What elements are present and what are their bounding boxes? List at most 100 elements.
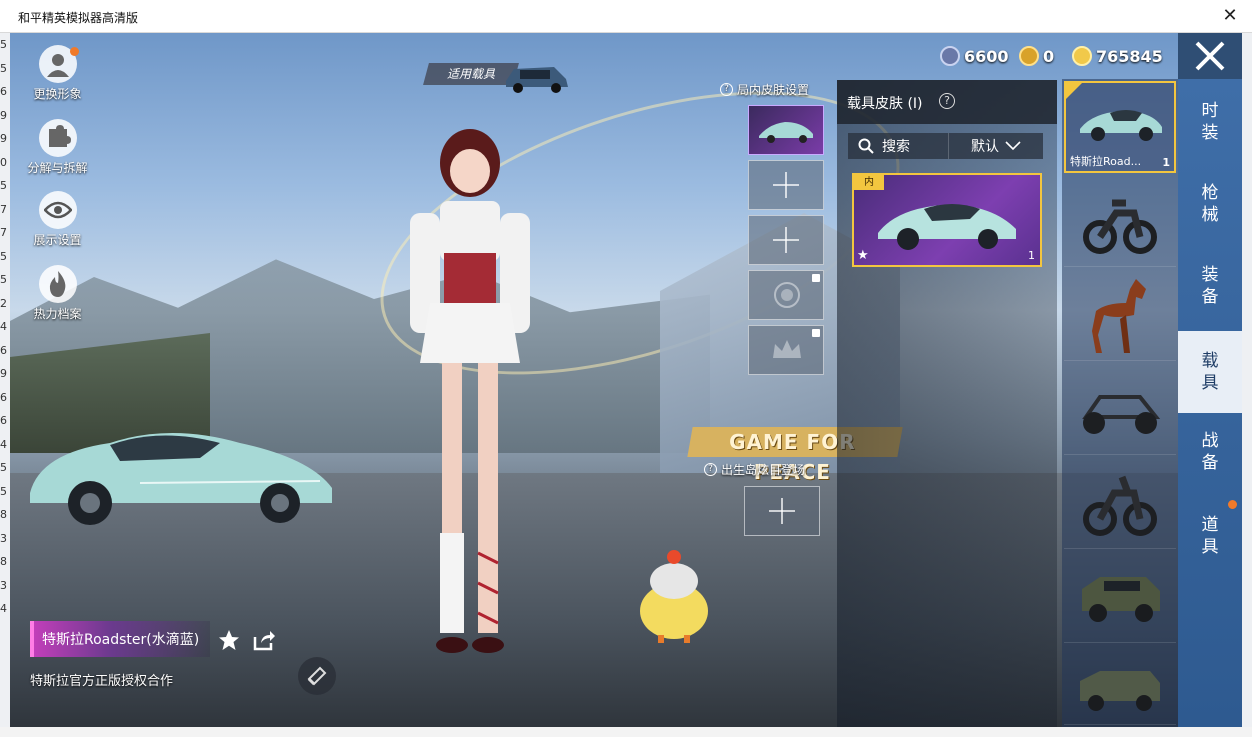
notification-dot [1228, 500, 1237, 509]
vehicle-item-horse[interactable] [1064, 269, 1176, 361]
tesla-icon [1080, 110, 1162, 141]
change-appearance-button[interactable]: 更换形象 [10, 45, 105, 102]
skin-card-tesla[interactable]: 内 ★ 1 [852, 173, 1042, 267]
tab-label: 枪械 [1201, 183, 1219, 225]
selected-vehicle-name: 特斯拉Roadster(水滴蓝) [42, 632, 200, 648]
tab-vehicles[interactable]: 载具 [1178, 331, 1242, 413]
chevron-down-icon [1005, 141, 1021, 151]
background-row-digit: 4 [0, 602, 7, 615]
vehicle-item-motorcycle-2[interactable] [1064, 457, 1176, 549]
background-row-digit: 8 [0, 555, 7, 568]
app-window: 和平精英模拟器高清版 ✕ 5 5 6 9 9 0 5 7 7 5 5 2 4 6 9 6 6 4 5 5 8 3 8 3 4 G… [0, 0, 1252, 737]
background-strip-right [1242, 33, 1252, 737]
tab-weapons[interactable]: 枪械 [1178, 163, 1242, 245]
skin-slot-2[interactable] [748, 160, 824, 210]
vehicle-item-motorcycle[interactable] [1064, 175, 1176, 267]
tesla-roadster-model [30, 433, 332, 525]
chick-pet-model [640, 550, 708, 643]
tesla-thumb-icon [759, 122, 813, 143]
background-row-digit: 6 [0, 414, 7, 427]
currency-token: 0 [1019, 45, 1054, 67]
background-row-digit: 9 [0, 367, 7, 380]
vehicle-item-buggy[interactable] [1064, 363, 1176, 455]
vehicle-name: 特斯拉Road... [1070, 155, 1142, 168]
entrance-slot-inner [745, 487, 819, 535]
window-close-button[interactable]: ✕ [1218, 4, 1242, 28]
flame-icon [38, 265, 77, 303]
horse-icon [1092, 279, 1146, 353]
accent-bar [30, 621, 34, 657]
skin-slot-3[interactable] [748, 215, 824, 265]
gold-coin-icon [1072, 46, 1092, 66]
gold-value: 765845 [1096, 46, 1163, 66]
horn-button[interactable] [298, 657, 336, 695]
game-viewport: GAME FOR PEACE 更换形象 分解与拆解 展示设置 热力档案 适用载具… [10, 33, 1242, 727]
motorcycle-icon [1083, 199, 1157, 254]
skin-slot-4-locked[interactable] [748, 270, 824, 320]
heat-archive-button[interactable]: 热力档案 [10, 265, 105, 322]
help-icon: ? [704, 463, 717, 476]
spawn-island-entrance-setting[interactable]: ? 出生岛炫目登场 [704, 461, 805, 478]
puzzle-icon [38, 119, 77, 157]
background-row-digit: 6 [0, 343, 7, 357]
in-game-tag: 内 [854, 175, 884, 190]
background-row-digit: 0 [0, 155, 7, 169]
skin-search-input[interactable]: 搜索 [848, 133, 948, 159]
background-row-digit: 9 [0, 108, 7, 122]
skin-slot-1[interactable] [748, 105, 824, 155]
change-appearance-label: 更换形象 [33, 87, 82, 101]
notification-dot [70, 47, 79, 56]
sort-label: 默认 [971, 139, 999, 155]
background-row-digit: 5 [0, 273, 7, 286]
token-value: 0 [1043, 46, 1055, 66]
favorite-star-icon[interactable] [218, 629, 240, 651]
eye-icon [38, 191, 77, 229]
decompose-label: 分解与拆解 [27, 161, 88, 175]
entrance-slot[interactable] [744, 486, 820, 536]
jeep-icon [1082, 577, 1160, 622]
window-title: 和平精英模拟器高清版 [18, 11, 139, 25]
close-icon [1195, 41, 1225, 71]
motorcycle2-icon [1083, 475, 1157, 536]
background-row-digit: 7 [0, 202, 7, 216]
buggy-icon [1082, 395, 1161, 434]
close-inventory-button[interactable] [1178, 33, 1242, 79]
background-row-digit: 8 [0, 508, 7, 521]
vehicle-item-tesla[interactable]: 特斯拉Road... 1 [1064, 81, 1176, 173]
background-row-digit: 2 [0, 296, 7, 310]
in-game-skin-settings[interactable]: ? 局内皮肤设置 [720, 81, 809, 98]
tab-fashion[interactable]: 时装 [1178, 81, 1242, 163]
display-settings-button[interactable]: 展示设置 [10, 191, 105, 248]
tab-equipment[interactable]: 装备 [1178, 245, 1242, 327]
help-icon[interactable]: ? [939, 93, 955, 109]
vehicle-skin-panel-header: 载具皮肤 (I) ? [837, 80, 1057, 124]
title-bar: 和平精英模拟器高清版 ✕ [0, 0, 1252, 33]
background-row-digit: 4 [0, 320, 7, 333]
background-row-digit: 5 [0, 484, 7, 498]
crown-icon [773, 340, 801, 358]
plus-icon [769, 498, 795, 524]
tab-supplies[interactable]: 战备 [1178, 411, 1242, 493]
vehicle-count: 1 [1162, 156, 1170, 169]
coupon-value: 6600 [964, 46, 1009, 66]
spawn-island-entrance-label: 出生岛炫目登场 [721, 463, 806, 477]
search-icon [858, 138, 874, 154]
tab-label: 道具 [1201, 515, 1219, 557]
sort-dropdown[interactable]: 默认 [948, 133, 1043, 159]
token-coin-icon [1019, 46, 1039, 66]
background-row-digit: 4 [0, 437, 7, 451]
vehicle-item-truck[interactable] [1064, 645, 1176, 725]
decompose-button[interactable]: 分解与拆解 [10, 119, 105, 176]
lock-icon [812, 274, 820, 282]
share-icon[interactable] [252, 629, 276, 651]
search-label: 搜索 [882, 139, 910, 155]
plus-icon [773, 172, 799, 198]
horn-icon [307, 666, 327, 686]
skin-slot-5-locked[interactable] [748, 325, 824, 375]
help-icon: ? [720, 83, 733, 96]
vehicle-item-jeep[interactable] [1064, 551, 1176, 643]
window-bottom-edge [0, 727, 1252, 737]
player-character-model [410, 129, 530, 653]
background-row-digit: 3 [0, 578, 7, 592]
vehicle-skin-title: 载具皮肤 (I) [847, 96, 923, 112]
